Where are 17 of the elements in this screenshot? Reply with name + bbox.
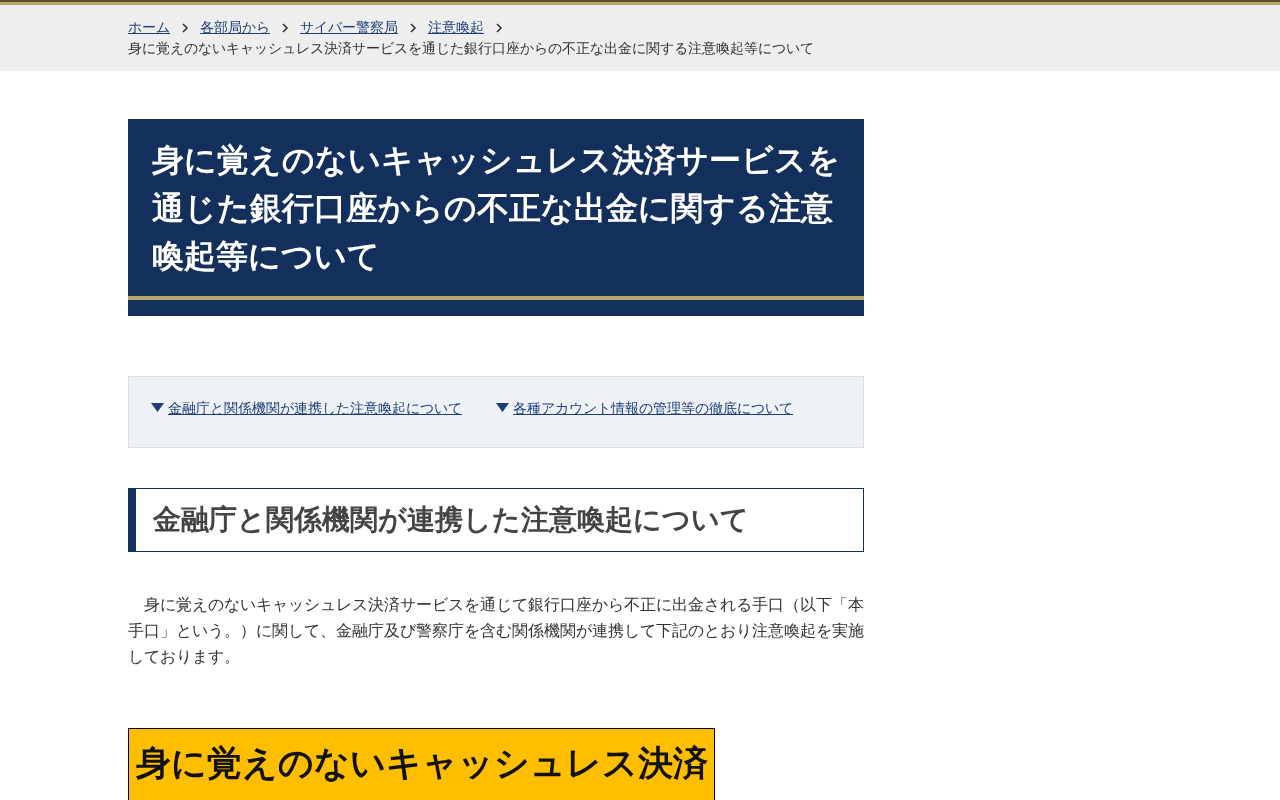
breadcrumb-link[interactable]: ホーム — [128, 17, 170, 38]
toc-link[interactable]: 各種アカウント情報の管理等の徹底について — [513, 397, 793, 419]
chevron-icon — [495, 22, 503, 33]
breadcrumb-link[interactable]: サイバー警察局 — [300, 17, 398, 38]
breadcrumb-link[interactable]: 各部局から — [200, 17, 270, 38]
chevron-icon — [409, 22, 417, 33]
page-title: 身に覚えのないキャッシュレス決済サービスを通じた銀行口座からの不正な出金に関する注意喚起等について — [128, 119, 864, 316]
body-paragraph: 身に覚えのないキャッシュレス決済サービスを通じて銀行口座から不正に出金される手口（以下「本手口」という。）に関して、金融庁及び警察庁を含む関係機関が連携して下記のとおり注意喚起を実施しております。 — [128, 594, 864, 668]
triangle-down-icon — [151, 403, 164, 412]
current-page-label: 身に覚えのないキャッシュレス決済サービスを通じた銀行口座からの不正な出金に関する注意喚起等について — [128, 39, 815, 58]
notice-banner: 身に覚えのないキャッシュレス決済 — [128, 728, 715, 800]
section-heading: 金融庁と関係機関が連携した注意喚起について — [128, 488, 864, 552]
chevron-icon — [181, 22, 189, 33]
toc-link[interactable]: 金融庁と関係機関が連携した注意喚起について — [168, 397, 462, 419]
chevron-icon — [281, 22, 289, 33]
triangle-down-icon — [496, 403, 509, 412]
breadcrumb-link[interactable]: 注意喚起 — [428, 17, 484, 38]
